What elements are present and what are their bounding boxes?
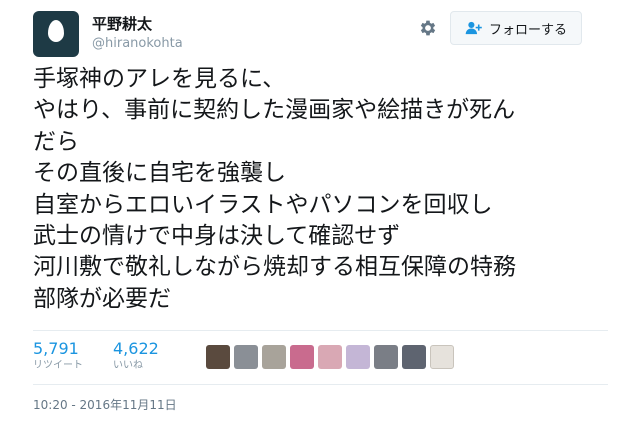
like-stat[interactable]: 4,622 いいね: [113, 340, 159, 372]
liker-avatar[interactable]: [430, 345, 454, 369]
tweet-card: 平野耕太 @hiranokohta フォローする 手塚神のアレを見るに、 やはり…: [0, 0, 640, 431]
liker-avatar[interactable]: [402, 345, 426, 369]
liker-avatar[interactable]: [318, 345, 342, 369]
liker-avatar[interactable]: [374, 345, 398, 369]
like-label: いいね: [113, 360, 143, 371]
tweet-timestamp[interactable]: 10:20 - 2016年11月11日: [33, 396, 177, 413]
user-display-name[interactable]: 平野耕太: [92, 13, 152, 34]
tweet-line: 河川敷で敬礼しながら焼却する相互保障の特務: [33, 254, 516, 281]
follow-button[interactable]: フォローする: [450, 11, 582, 45]
retweet-label: リツイート: [33, 360, 83, 371]
gear-icon[interactable]: [418, 18, 438, 38]
tweet-line: 部隊が必要だ: [33, 285, 171, 312]
liker-avatar[interactable]: [290, 345, 314, 369]
retweet-count: 5,791: [33, 339, 79, 358]
tweet-line: だら: [33, 128, 79, 155]
tweet-text: 手塚神のアレを見るに、 やはり、事前に契約した漫画家や絵描きが死ん だら その直…: [33, 64, 608, 315]
liker-avatar[interactable]: [262, 345, 286, 369]
tweet-line: 武士の情けで中身は決して確認せず: [33, 223, 401, 250]
divider: [33, 384, 608, 385]
tweet-line: その直後に自宅を強襲し: [33, 160, 286, 187]
user-handle[interactable]: @hiranokohta: [92, 36, 183, 51]
add-user-icon: [465, 21, 482, 35]
liker-avatar[interactable]: [234, 345, 258, 369]
retweet-stat[interactable]: 5,791 リツイート: [33, 340, 83, 372]
follow-button-label: フォローする: [488, 22, 567, 38]
tweet-line: 自室からエロいイラストやパソコンを回収し: [33, 191, 493, 218]
liker-avatar[interactable]: [206, 345, 230, 369]
tweet-line: 手塚神のアレを見るに、: [33, 66, 286, 92]
divider: [33, 330, 608, 331]
avatar[interactable]: [33, 11, 79, 57]
like-count: 4,622: [113, 339, 159, 358]
egg-icon: [48, 20, 64, 42]
tweet-line: やはり、事前に契約した漫画家や絵描きが死ん: [33, 97, 516, 124]
liker-avatar[interactable]: [346, 345, 370, 369]
